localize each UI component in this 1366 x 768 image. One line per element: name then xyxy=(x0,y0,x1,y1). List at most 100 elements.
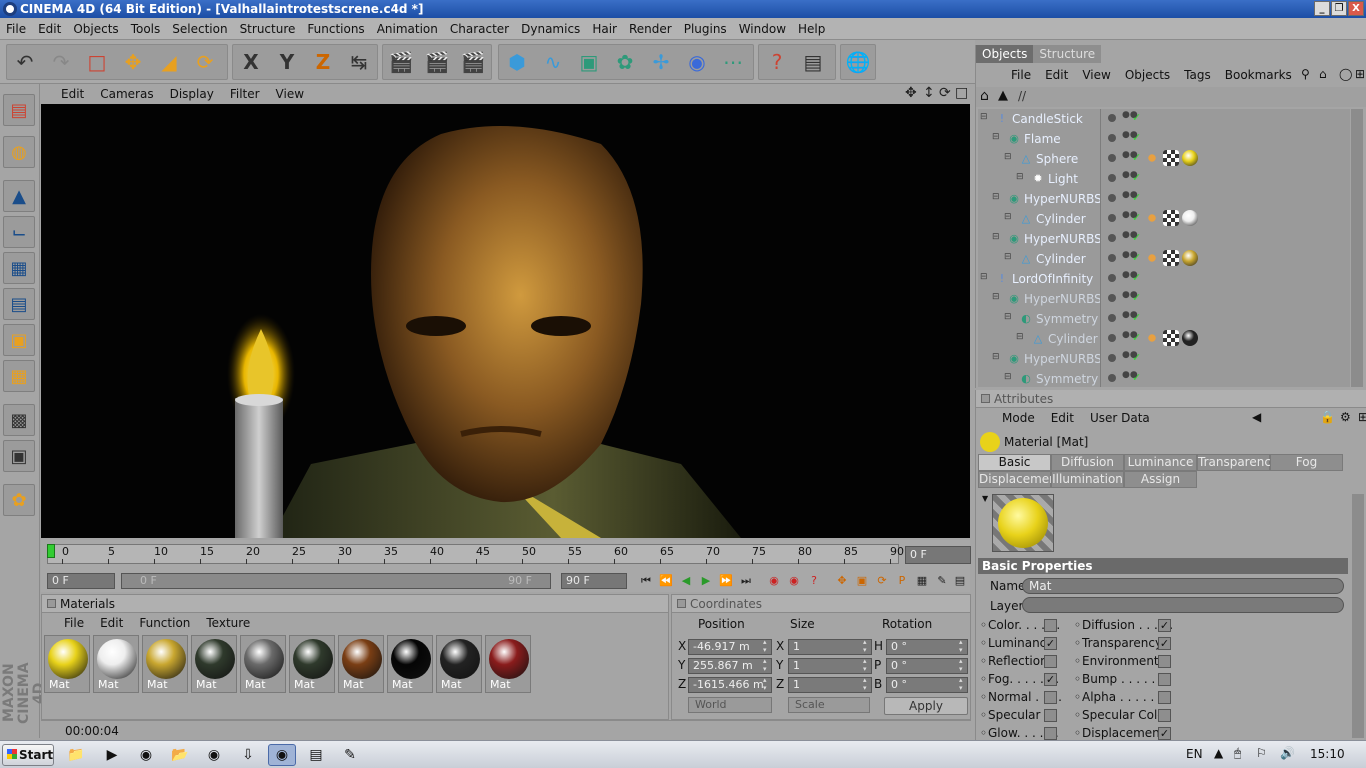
object-row[interactable]: ⊟ ◐ Symmetry ●● ✓ xyxy=(978,369,1350,387)
object-row[interactable]: ⊟ ◉ Flame ●● ✓ xyxy=(978,129,1350,149)
panel-checkbox-icon[interactable] xyxy=(677,599,686,608)
expand-toggle-icon[interactable]: ⊟ xyxy=(992,352,1000,362)
points-mode-icon[interactable]: ▦ xyxy=(3,252,35,284)
object-row[interactable]: ⊟ ◉ HyperNURBS ●● ✓ xyxy=(978,229,1350,249)
layer-dot-icon[interactable] xyxy=(1108,334,1116,342)
texture-tag-icon[interactable] xyxy=(1163,210,1179,226)
layer-field[interactable] xyxy=(1022,597,1344,613)
visibility-dots-icon[interactable]: ●● xyxy=(1122,151,1138,166)
redo-icon[interactable]: ↷ xyxy=(43,45,79,79)
uv-points-icon[interactable]: ▦ xyxy=(3,360,35,392)
layer-dot-icon[interactable] xyxy=(1108,154,1116,162)
visibility-dots-icon[interactable]: ●● xyxy=(1122,191,1138,206)
home-icon[interactable]: ⌂ xyxy=(1312,67,1334,81)
menu-dynamics[interactable]: Dynamics xyxy=(515,22,586,36)
layer-dot-icon[interactable] xyxy=(1108,214,1116,222)
layer-dot-icon[interactable] xyxy=(1108,294,1116,302)
expand-toggle-icon[interactable]: ⊟ xyxy=(1004,312,1012,322)
go-to-end-icon[interactable]: ⏭ xyxy=(737,573,755,589)
tab-basic[interactable]: Basic xyxy=(978,454,1051,471)
timeline-playhead[interactable] xyxy=(47,544,55,558)
object-row[interactable]: ⊟! CandleStick ●● ✓ xyxy=(978,109,1350,129)
render-region-icon[interactable]: 🎬 xyxy=(419,45,455,79)
timeline-ruler[interactable]: 0 5 10 15 20 25 30 35 40 45 50 55 60 65 70 75 80 85 90 xyxy=(47,544,904,564)
scale-tool-icon[interactable]: ◢ xyxy=(151,45,187,79)
start-frame-field[interactable]: 0 F xyxy=(47,573,115,589)
go-to-start-icon[interactable]: ⏮ xyxy=(637,573,655,589)
apply-button[interactable]: Apply xyxy=(884,697,968,715)
material-menu-file[interactable]: File xyxy=(56,616,92,630)
array-icon[interactable]: ✿ xyxy=(607,45,643,79)
menu-functions[interactable]: Functions xyxy=(301,22,370,36)
object-name[interactable]: Cylinder xyxy=(1036,252,1086,266)
size-y-field[interactable]: 1 xyxy=(788,657,872,674)
phong-tag-icon[interactable] xyxy=(1144,250,1160,266)
channel-checkbox[interactable] xyxy=(1158,655,1171,668)
menu-edit[interactable]: Edit xyxy=(32,22,67,36)
tab-luminance[interactable]: Luminance xyxy=(1124,454,1197,471)
layer-dot-icon[interactable] xyxy=(1108,274,1116,282)
menu-objects[interactable]: Objects xyxy=(67,22,124,36)
material-swatch[interactable]: Mat xyxy=(485,635,531,693)
material-swatch[interactable]: Mat xyxy=(93,635,139,693)
enabled-check-icon[interactable]: ✓ xyxy=(1132,211,1141,224)
channel-checkbox[interactable]: ✓ xyxy=(1158,619,1171,632)
timeline-menu-icon[interactable]: ▤ xyxy=(951,573,969,589)
material-swatch[interactable]: Mat xyxy=(191,635,237,693)
play-backwards-icon[interactable]: ◀ xyxy=(677,573,695,589)
deformer-icon[interactable]: ✢ xyxy=(643,45,679,79)
nurbs-icon[interactable]: ▣ xyxy=(571,45,607,79)
expand-toggle-icon[interactable]: ⊟ xyxy=(992,232,1000,242)
material-swatch[interactable]: Mat xyxy=(289,635,335,693)
enabled-check-icon[interactable]: ✓ xyxy=(1132,251,1141,264)
texture-tag-icon[interactable] xyxy=(1163,150,1179,166)
object-row[interactable]: ⊟ ◉ HyperNURBS ●● ✓ xyxy=(978,349,1350,369)
previous-key-icon[interactable]: ⏪ xyxy=(657,573,675,589)
menu-file[interactable]: File xyxy=(0,22,32,36)
material-swatch[interactable]: Mat xyxy=(387,635,433,693)
new-attribute-window-icon[interactable]: ⊞ xyxy=(1350,410,1366,424)
size-z-field[interactable]: 1 xyxy=(788,676,872,693)
keyframe-selection-icon[interactable]: ? xyxy=(805,573,823,589)
next-key-icon[interactable]: ⏩ xyxy=(717,573,735,589)
enabled-check-icon[interactable]: ✓ xyxy=(1132,191,1141,204)
tab-illumination[interactable]: Illumination xyxy=(1051,471,1124,488)
viewport-menu-display[interactable]: Display xyxy=(162,87,222,101)
3d-viewport[interactable] xyxy=(41,104,970,538)
media-player-icon[interactable]: ▶ xyxy=(98,744,126,766)
expand-toggle-icon[interactable]: ⊟ xyxy=(980,112,988,122)
object-row[interactable]: ⊟! LordOfInfinity ●● ✓ xyxy=(978,269,1350,289)
polygons-mode-icon[interactable]: ▣ xyxy=(3,324,35,356)
menu-selection[interactable]: Selection xyxy=(166,22,233,36)
phong-tag-icon[interactable] xyxy=(1144,330,1160,346)
object-menu-file[interactable]: File xyxy=(1004,68,1038,82)
layer-dot-icon[interactable] xyxy=(1108,254,1116,262)
object-row[interactable]: ⊟ △ Cylinder ●● ✓ xyxy=(978,209,1350,229)
selection-tool-icon[interactable]: □ xyxy=(79,45,115,79)
parameter-key-icon[interactable]: P xyxy=(893,573,911,589)
viewport-menu-filter[interactable]: Filter xyxy=(222,87,268,101)
pos-x-field[interactable]: -46.917 m xyxy=(688,638,772,655)
menu-hair[interactable]: Hair xyxy=(586,22,623,36)
visibility-dots-icon[interactable]: ●● xyxy=(1122,171,1138,186)
rot-b-field[interactable]: 0 ° xyxy=(886,676,968,693)
menu-plugins[interactable]: Plugins xyxy=(678,22,733,36)
rot-h-field[interactable]: 0 ° xyxy=(886,638,968,655)
expand-toggle-icon[interactable]: ⊟ xyxy=(1004,372,1012,382)
phong-tag-icon[interactable] xyxy=(1144,150,1160,166)
z-axis-lock-button[interactable]: Z xyxy=(305,45,341,79)
model-mode-icon[interactable]: ◍ xyxy=(3,136,35,168)
expand-toggle-icon[interactable]: ⊟ xyxy=(1016,332,1024,342)
name-field[interactable]: Mat xyxy=(1022,578,1344,594)
menu-structure[interactable]: Structure xyxy=(234,22,302,36)
object-row[interactable]: ⊟ ✹ Light ●● ✓ xyxy=(978,169,1350,189)
rot-p-field[interactable]: 0 ° xyxy=(886,657,968,674)
coordinate-mode-dropdown[interactable]: World xyxy=(688,697,772,713)
cinema4d-taskbar-icon[interactable]: ◉ xyxy=(268,744,296,766)
layer-dot-icon[interactable] xyxy=(1108,194,1116,202)
undo-icon[interactable]: ↶ xyxy=(7,45,43,79)
visibility-dots-icon[interactable]: ●● xyxy=(1122,311,1138,326)
object-name[interactable]: HyperNURBS xyxy=(1024,292,1102,306)
enabled-check-icon[interactable]: ✓ xyxy=(1132,111,1141,124)
object-name[interactable]: Cylinder xyxy=(1036,212,1086,226)
